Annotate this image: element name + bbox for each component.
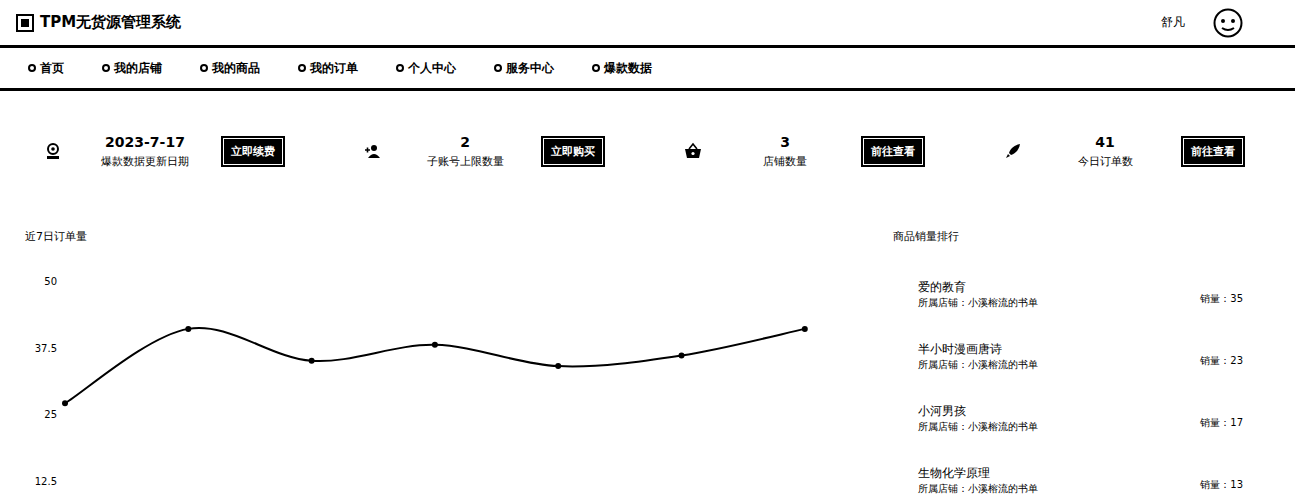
basket-icon — [684, 142, 702, 160]
stat-value: 2023-7-17 — [70, 131, 220, 153]
nav-label: 我的店铺 — [114, 60, 162, 77]
stat-text: 2023-7-17爆款数据更新日期 — [70, 131, 220, 171]
ranking-item[interactable]: 小河男孩所属店铺：小溪榕流的书单 销量：17 — [918, 396, 1283, 458]
nav-label: 爆款数据 — [604, 60, 652, 77]
product-shop: 所属店铺：小溪榕流的书单 — [918, 420, 1038, 434]
camera-icon — [44, 142, 62, 160]
nav-bar: 首页 我的店铺 我的商品 我的订单 个人中心 服务中心 爆款数据 — [0, 48, 1295, 91]
stat-button[interactable]: 前往查看 — [1184, 139, 1242, 164]
product-sales: 销量：35 — [1200, 292, 1243, 306]
chart-point[interactable] — [62, 400, 68, 406]
stat-text: 2子账号上限数量 — [390, 131, 540, 171]
nav-item-icon — [298, 64, 306, 72]
rocket-icon — [1004, 142, 1022, 160]
nav-item[interactable]: 我的商品 — [200, 60, 260, 77]
chart-point[interactable] — [185, 326, 191, 332]
y-tick: 37.5 — [35, 343, 57, 354]
nav-label: 服务中心 — [506, 60, 554, 77]
product-name: 半小时漫画唐诗 — [918, 340, 1038, 358]
product-shop: 所属店铺：小溪榕流的书单 — [918, 296, 1038, 310]
y-tick: 50 — [44, 276, 57, 287]
ranking-list: 爱的教育所属店铺：小溪榕流的书单销量：35半小时漫画唐诗所属店铺：小溪榕流的书单… — [893, 272, 1283, 494]
nav-item-icon — [592, 64, 600, 72]
nav-item[interactable]: 爆款数据 — [592, 60, 652, 77]
product-name: 生物化学原理 — [918, 464, 1038, 482]
nav-item[interactable]: 我的店铺 — [102, 60, 162, 77]
stat-label: 店铺数量 — [710, 153, 860, 171]
stat-value: 41 — [1030, 131, 1180, 153]
nav-label: 我的商品 — [212, 60, 260, 77]
nav-label: 个人中心 — [408, 60, 456, 77]
stat-button[interactable]: 立即购买 — [544, 139, 602, 164]
product-shop: 所属店铺：小溪榕流的书单 — [918, 358, 1038, 372]
page: TPM无货源管理系统 舒凡首页 我的店铺 我的商品 我的订单 个人中心 服务中心 爆款数据 20… — [0, 0, 1295, 494]
product-name: 爱的教育 — [918, 278, 1038, 296]
stat-text: 3店铺数量 — [710, 131, 860, 171]
chart-line — [65, 328, 805, 403]
nav-item-icon — [396, 64, 404, 72]
product-shop: 所属店铺：小溪榕流的书单 — [918, 482, 1038, 494]
stat-card: 2子账号上限数量立即购买 — [364, 131, 684, 171]
chart-title: 近7日订单量 — [25, 229, 855, 245]
ranking-info: 小河男孩所属店铺：小溪榕流的书单 — [918, 402, 1038, 434]
users-icon — [364, 142, 382, 160]
nav-item-icon — [102, 64, 110, 72]
nav-label: 我的订单 — [310, 60, 358, 77]
chart-point[interactable] — [309, 358, 315, 364]
chart-point[interactable] — [432, 342, 438, 348]
nav-item[interactable]: 个人中心 — [396, 60, 456, 77]
nav-item-icon — [494, 64, 502, 72]
ranking-info: 生物化学原理所属店铺：小溪榕流的书单 — [918, 464, 1038, 494]
chart-point[interactable] — [679, 352, 685, 358]
product-sales: 销量：17 — [1200, 416, 1243, 430]
nav-item[interactable]: 首页 — [28, 60, 64, 77]
chart-panel: 近7日订单量 50 37.5 25 12.5 — [0, 229, 855, 494]
product-sales: 销量：23 — [1200, 354, 1243, 368]
ranking-item[interactable]: 爱的教育所属店铺：小溪榕流的书单 销量：35 — [918, 272, 1283, 334]
stat-label: 爆款数据更新日期 — [70, 153, 220, 171]
ranking-item[interactable]: 半小时漫画唐诗所属店铺：小溪榕流的书单 销量：23 — [918, 334, 1283, 396]
nav-item[interactable]: 我的订单 — [298, 60, 358, 77]
line-chart: 50 37.5 25 12.5 — [25, 271, 825, 494]
logo-icon — [16, 14, 34, 32]
ranking-item[interactable]: 生物化学原理所属店铺：小溪榕流的书单 销量：13 — [918, 458, 1283, 494]
ranking-info: 半小时漫画唐诗所属店铺：小溪榕流的书单 — [918, 340, 1038, 372]
stat-button[interactable]: 前往查看 — [864, 139, 922, 164]
stat-value: 3 — [710, 131, 860, 153]
user-menu[interactable]: 舒凡 — [1161, 8, 1243, 38]
ranking-panel: 商品销量排行爱的教育所属店铺：小溪榕流的书单销量：35半小时漫画唐诗所属店铺：小… — [855, 229, 1283, 494]
stat-card: 41今日订单数前往查看 — [1004, 131, 1295, 171]
ranking-info: 爱的教育所属店铺：小溪榕流的书单 — [918, 278, 1038, 310]
stat-text: 41今日订单数 — [1030, 131, 1180, 171]
stats-row: 2023-7-17爆款数据更新日期立即续费2子账号上限数量立即购买3店铺数量前往… — [0, 91, 1295, 171]
nav-item-icon — [200, 64, 208, 72]
ranking-title: 商品销量排行 — [893, 229, 1283, 245]
stat-card: 2023-7-17爆款数据更新日期立即续费 — [44, 131, 364, 171]
y-tick: 12.5 — [35, 476, 57, 487]
product-name: 小河男孩 — [918, 402, 1038, 420]
y-tick: 25 — [44, 409, 57, 420]
nav-item-icon — [28, 64, 36, 72]
stat-value: 2 — [390, 131, 540, 153]
stat-label: 子账号上限数量 — [390, 153, 540, 171]
dashboard-body: 近7日订单量5037.52512.5商品销量排行爱的教育所属店铺：小溪榕流的书单… — [0, 229, 1295, 494]
avatar-icon[interactable] — [1213, 8, 1243, 38]
header: TPM无货源管理系统 舒凡 — [0, 0, 1295, 48]
product-sales: 销量：13 — [1200, 478, 1243, 492]
app-title: TPM无货源管理系统 — [40, 13, 181, 32]
brand: TPM无货源管理系统 — [16, 13, 181, 32]
chart-point[interactable] — [802, 326, 808, 332]
user-name: 舒凡 — [1161, 14, 1185, 31]
stat-label: 今日订单数 — [1030, 153, 1180, 171]
stat-card: 3店铺数量前往查看 — [684, 131, 1004, 171]
nav-label: 首页 — [40, 60, 64, 77]
stat-button[interactable]: 立即续费 — [224, 139, 282, 164]
nav-item[interactable]: 服务中心 — [494, 60, 554, 77]
chart-point[interactable] — [555, 363, 561, 369]
